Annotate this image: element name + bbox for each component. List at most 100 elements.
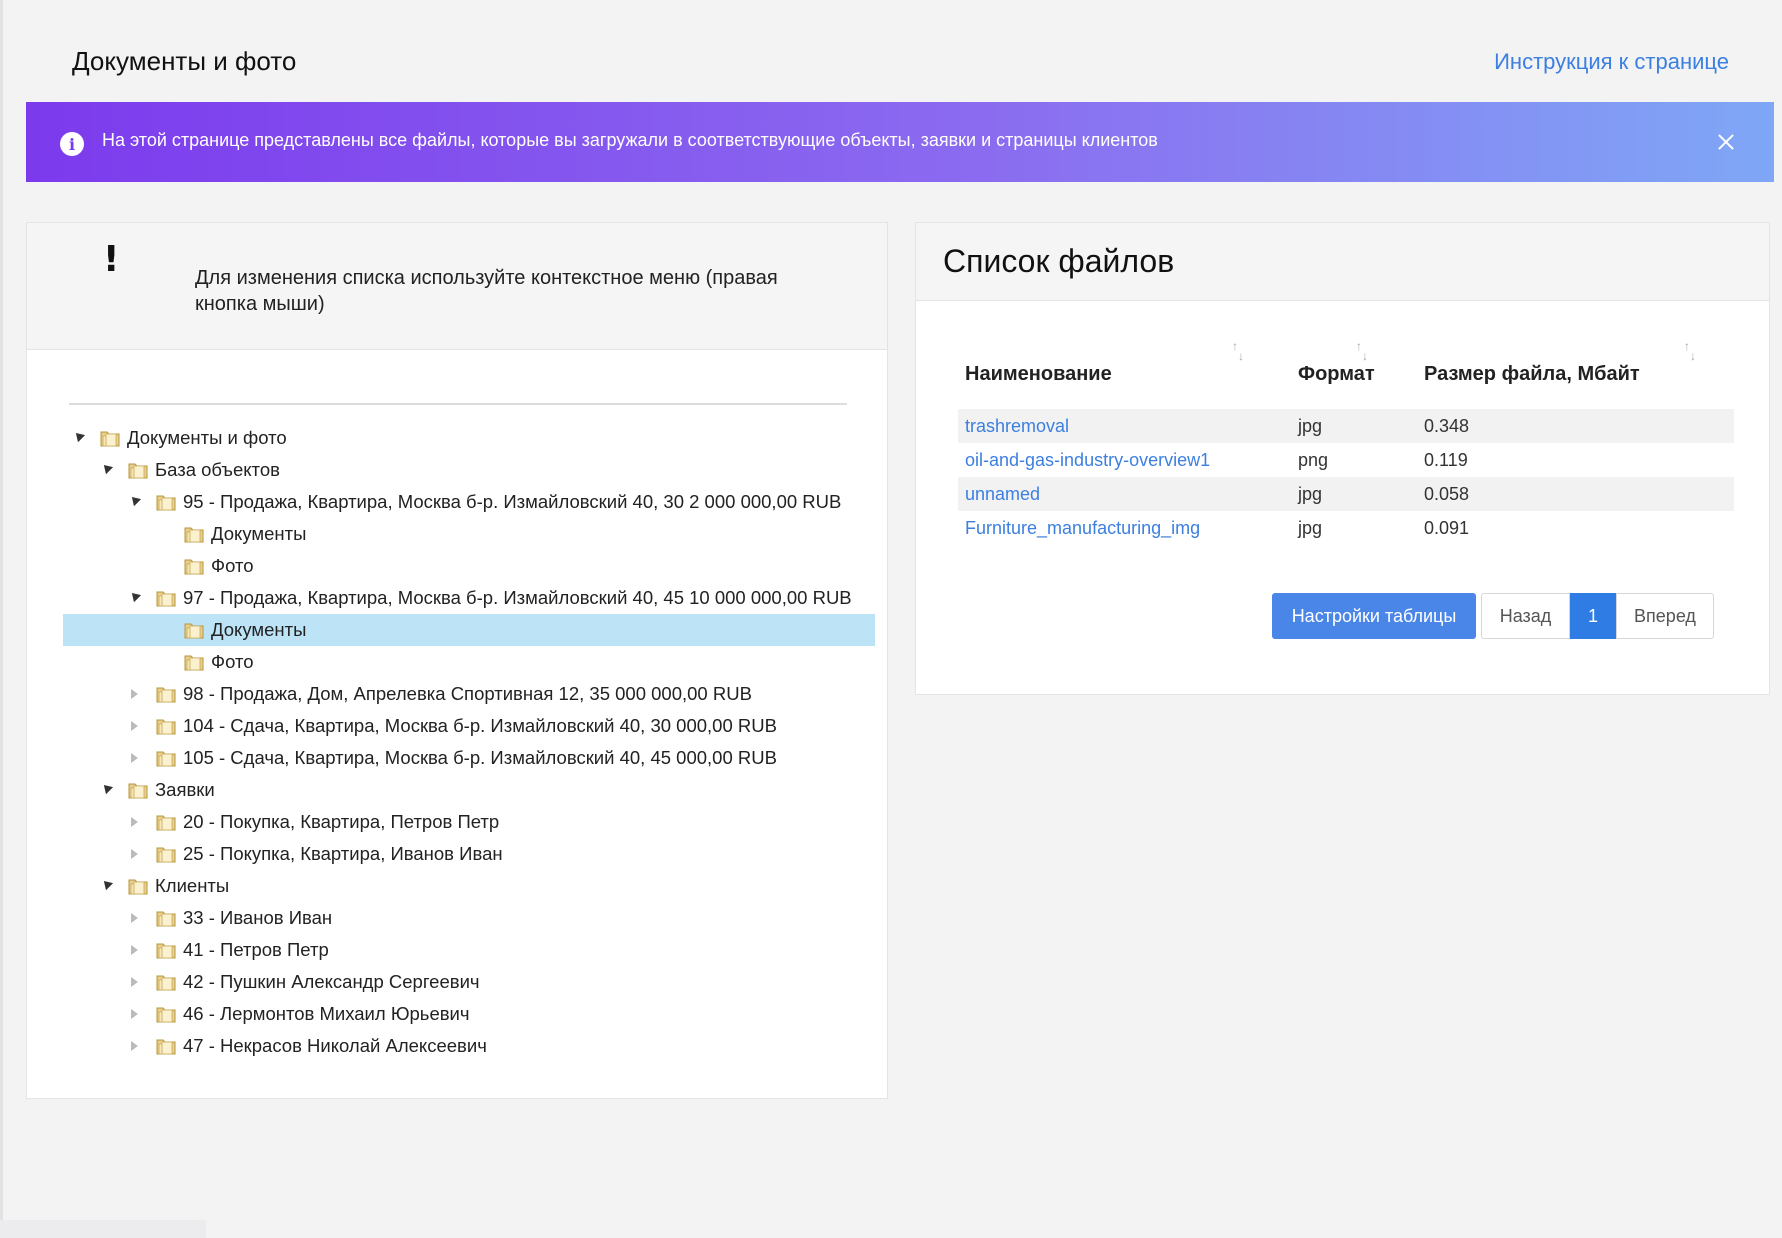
- table-settings-button[interactable]: Настройки таблицы: [1272, 593, 1476, 639]
- file-name-link[interactable]: Furniture_manufacturing_img: [965, 518, 1200, 539]
- tree-node-label: 95 - Продажа, Квартира, Москва б-р. Изма…: [183, 491, 842, 512]
- tree-node-label: Фото: [211, 555, 254, 576]
- expand-icon[interactable]: [127, 975, 141, 989]
- file-format: png: [1298, 449, 1329, 470]
- file-size: 0.119: [1424, 449, 1468, 470]
- tree-node[interactable]: Документы и фото: [63, 422, 875, 454]
- alert-text: На этой странице представлены все файлы,…: [102, 129, 1158, 150]
- tree-node[interactable]: 104 - Сдача, Квартира, Москва б-р. Измай…: [63, 710, 875, 742]
- expand-icon[interactable]: [127, 911, 141, 925]
- expand-icon[interactable]: [127, 1039, 141, 1053]
- file-name-link[interactable]: trashremoval: [965, 416, 1069, 437]
- folder-icon: [183, 620, 205, 640]
- file-size: 0.348: [1424, 415, 1470, 436]
- tree-node[interactable]: Документы: [63, 614, 875, 646]
- tree-node-label: Заявки: [155, 779, 215, 800]
- column-header-name[interactable]: Наименование: [965, 363, 1112, 386]
- table-row: oil-and-gas-industry-overview1 png 0.119: [958, 443, 1734, 477]
- folder-icon: [155, 844, 177, 864]
- expand-icon[interactable]: [127, 751, 141, 765]
- bottom-strip: [0, 1220, 206, 1238]
- tree-node[interactable]: 41 - Петров Петр: [63, 934, 875, 966]
- tree-node[interactable]: 97 - Продажа, Квартира, Москва б-р. Изма…: [63, 582, 875, 614]
- tree-node-label: Клиенты: [155, 875, 230, 896]
- expand-icon[interactable]: [127, 687, 141, 701]
- folder-icon: [183, 652, 205, 672]
- tree-node-label: 42 - Пушкин Александр Сергеевич: [183, 971, 480, 992]
- expand-icon[interactable]: [127, 1007, 141, 1021]
- collapse-icon[interactable]: [99, 879, 113, 893]
- file-name-link[interactable]: unnamed: [965, 484, 1040, 505]
- tree-node[interactable]: Фото: [63, 550, 875, 582]
- sort-icon[interactable]: ↑ ↓: [1356, 340, 1374, 363]
- folder-icon: [155, 492, 177, 512]
- expand-icon[interactable]: [127, 847, 141, 861]
- next-page-button[interactable]: Вперед: [1616, 593, 1714, 639]
- collapse-icon[interactable]: [99, 463, 113, 477]
- folder-icon: [155, 748, 177, 768]
- folder-icon: [183, 524, 205, 544]
- tree-node[interactable]: 98 - Продажа, Дом, Апрелевка Спортивная …: [63, 678, 875, 710]
- folder-icon: [99, 428, 121, 448]
- expand-icon[interactable]: [127, 719, 141, 733]
- tree-node-label: 97 - Продажа, Квартира, Москва б-р. Изма…: [183, 587, 852, 608]
- tree-node-label: Документы: [211, 523, 307, 544]
- tree-node[interactable]: 42 - Пушкин Александр Сергеевич: [63, 966, 875, 998]
- table-header: Наименование ↑ ↓ Формат ↑ ↓ Размер файла, …: [958, 323, 1734, 409]
- tree-node[interactable]: 47 - Некрасов Николай Алексеевич: [63, 1030, 875, 1062]
- folder-icon: [183, 556, 205, 576]
- page-number-button[interactable]: 1: [1570, 593, 1616, 639]
- tree-node-label: 46 - Лермонтов Михаил Юрьевич: [183, 1003, 470, 1024]
- info-alert: i На этой странице представлены все файл…: [26, 102, 1774, 182]
- folder-icon: [155, 588, 177, 608]
- folder-icon: [155, 940, 177, 960]
- sort-icon[interactable]: ↑ ↓: [1684, 340, 1702, 363]
- tree-panel: ! Для изменения списка используйте конте…: [26, 222, 888, 1099]
- page-help-link[interactable]: Инструкция к странице: [1494, 49, 1729, 75]
- prev-page-button[interactable]: Назад: [1481, 593, 1570, 639]
- tree-node-label: 98 - Продажа, Дом, Апрелевка Спортивная …: [183, 683, 752, 704]
- tree-node[interactable]: Заявки: [63, 774, 875, 806]
- tree-node[interactable]: 46 - Лермонтов Михаил Юрьевич: [63, 998, 875, 1030]
- tree-node[interactable]: 20 - Покупка, Квартира, Петров Петр: [63, 806, 875, 838]
- file-name-link[interactable]: oil-and-gas-industry-overview1: [965, 450, 1210, 471]
- folder-icon: [155, 1036, 177, 1056]
- sort-icon[interactable]: ↑ ↓: [1232, 340, 1250, 363]
- collapse-icon[interactable]: [99, 783, 113, 797]
- tree-node[interactable]: 33 - Иванов Иван: [63, 902, 875, 934]
- collapse-icon[interactable]: [127, 591, 141, 605]
- tree-node-label: 41 - Петров Петр: [183, 939, 329, 960]
- tree-node[interactable]: 105 - Сдача, Квартира, Москва б-р. Измай…: [63, 742, 875, 774]
- expand-icon[interactable]: [127, 815, 141, 829]
- tree-node-label: Документы и фото: [127, 427, 287, 448]
- file-size: 0.058: [1424, 483, 1470, 504]
- expand-icon[interactable]: [127, 943, 141, 957]
- pagination: Настройки таблицы Назад 1 Вперед: [1272, 593, 1714, 639]
- column-header-format[interactable]: Формат: [1298, 363, 1375, 386]
- column-header-size[interactable]: Размер файла, Мбайт: [1424, 363, 1640, 386]
- tree-node[interactable]: Фото: [63, 646, 875, 678]
- folder-icon: [127, 460, 149, 480]
- table-row: trashremoval jpg 0.348: [958, 409, 1734, 443]
- folder-icon: [155, 684, 177, 704]
- tree-node[interactable]: Клиенты: [63, 870, 875, 902]
- tree-node-label: Фото: [211, 651, 254, 672]
- tree-node[interactable]: Документы: [63, 518, 875, 550]
- tree-node[interactable]: 25 - Покупка, Квартира, Иванов Иван: [63, 838, 875, 870]
- folder-icon: [155, 716, 177, 736]
- collapse-icon[interactable]: [71, 431, 85, 445]
- tree-hint: ! Для изменения списка используйте конте…: [27, 223, 887, 350]
- tree-node-label: 33 - Иванов Иван: [183, 907, 333, 928]
- tree-node-label: 105 - Сдача, Квартира, Москва б-р. Измай…: [183, 747, 777, 768]
- page-title: Документы и фото: [72, 46, 297, 76]
- tree-node-label: 47 - Некрасов Николай Алексеевич: [183, 1035, 487, 1056]
- tree-node[interactable]: База объектов: [63, 454, 875, 486]
- hint-text: Для изменения списка используйте контекс…: [195, 267, 778, 315]
- tree-node[interactable]: 95 - Продажа, Квартира, Москва б-р. Изма…: [63, 486, 875, 518]
- page: Документы и фото Инструкция к странице i…: [0, 0, 1782, 1238]
- exclamation-icon: !: [103, 239, 120, 280]
- close-icon[interactable]: [1714, 130, 1738, 154]
- file-size: 0.091: [1424, 517, 1470, 538]
- files-panel: Список файлов Наименование ↑ ↓ Формат ↑ ↓ …: [915, 222, 1770, 695]
- collapse-icon[interactable]: [127, 495, 141, 509]
